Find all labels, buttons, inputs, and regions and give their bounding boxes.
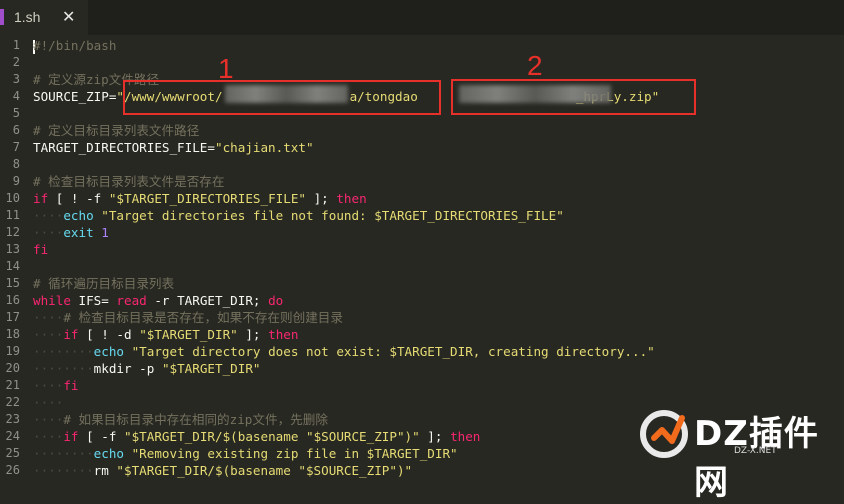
tab-modified-marker — [0, 9, 4, 25]
read-args: -r TARGET_DIR; — [146, 293, 269, 308]
bracket-close: ]; — [419, 429, 451, 444]
line-number: 14 — [5, 259, 20, 273]
close-icon[interactable]: ✕ — [62, 7, 75, 26]
line-number: 21 — [5, 378, 20, 392]
code-line-20: ········mkdir -p "$TARGET_DIR" — [33, 361, 261, 376]
watermark: DZ插件网 DZ-X.NET — [638, 404, 838, 503]
line-number: 15 — [5, 276, 20, 290]
line-number: 20 — [5, 361, 20, 375]
code-line-24: ····if [ -f "$TARGET_DIR/$(basename "$SO… — [33, 429, 481, 444]
keyword-then: then — [268, 327, 299, 342]
line-number: 19 — [5, 344, 20, 358]
watermark-url: DZ-X.NET — [734, 446, 777, 456]
string-value: "Removing existing zip file in $TARGET_D… — [124, 446, 458, 461]
builtin-echo: echo — [93, 446, 125, 461]
line-number: 1 — [12, 38, 20, 52]
string-value: "chajian.txt" — [214, 140, 314, 155]
code-line-15: # 循环遍历目标目录列表 — [33, 275, 174, 292]
comment: # 定义目标目录列表文件路径 — [33, 123, 200, 138]
code-line-23: ····# 如果目标目录中存在相同的zip文件，先删除 — [33, 412, 328, 427]
annotation-box-2 — [451, 79, 696, 115]
line-number: 13 — [5, 242, 20, 256]
test-expression: [ -f — [78, 429, 125, 444]
line-number: 25 — [5, 446, 20, 460]
comment: # 如果目标目录中存在相同的zip文件，先删除 — [63, 412, 328, 427]
bracket-close: ]; — [237, 327, 269, 342]
line-number: 5 — [12, 106, 20, 120]
line-number: 17 — [5, 310, 20, 324]
line-number: 18 — [5, 327, 20, 341]
line-number: 12 — [5, 225, 20, 239]
builtin-echo: echo — [63, 208, 94, 223]
code-line-7: TARGET_DIRECTORIES_FILE="chajian.txt" — [33, 139, 314, 156]
code-line-10: if [ ! -f "$TARGET_DIRECTORIES_FILE" ]; … — [33, 190, 367, 207]
string-value: "Target directories file not found: $TAR… — [93, 208, 564, 223]
comment: # 检查目标目录是否存在，如果不存在则创建目录 — [63, 310, 343, 325]
watermark-logo-icon — [640, 410, 688, 458]
line-number: 2 — [12, 55, 20, 69]
annotation-number-2: 2 — [527, 50, 543, 81]
test-expression: [ ! -d — [78, 327, 140, 342]
code-line-9: # 检查目标目录列表文件是否存在 — [33, 173, 224, 190]
string-value: "$TARGET_DIRECTORIES_FILE" — [108, 191, 306, 206]
tab-bar: 1.sh ✕ — [0, 0, 844, 35]
string-value: "$TARGET_DIR/$(basename "$SOURCE_ZIP")" — [124, 429, 420, 444]
keyword-fi: fi — [63, 378, 79, 393]
keyword-while: while — [33, 293, 71, 308]
code-line-19: ········echo "Target directory does not … — [33, 344, 655, 359]
tab-label: 1.sh — [14, 9, 41, 25]
keyword-if: if — [33, 191, 49, 206]
keyword-then: then — [336, 191, 367, 206]
keyword-if: if — [63, 429, 79, 444]
line-number: 16 — [5, 293, 20, 307]
line-number: 23 — [5, 412, 20, 426]
variable-name: SOURCE_ZIP= — [33, 89, 117, 104]
comment: # 检查目标目录列表文件是否存在 — [33, 174, 225, 189]
code-line-13: fi — [33, 241, 48, 258]
ifs-assignment: IFS= — [70, 293, 117, 308]
line-number: 6 — [12, 123, 20, 137]
code-line-25: ········echo "Removing existing zip file… — [33, 446, 458, 461]
keyword-then: then — [450, 429, 481, 444]
mkdir-flag: -p — [131, 361, 162, 376]
code-line-11: ····echo "Target directories file not fo… — [33, 208, 564, 223]
line-number: 9 — [12, 174, 20, 188]
builtin-echo: echo — [93, 344, 125, 359]
code-line-6: # 定义目标目录列表文件路径 — [33, 122, 199, 139]
line-number: 10 — [5, 191, 20, 205]
line-number: 8 — [12, 157, 20, 171]
line-number: 11 — [5, 208, 20, 222]
annotation-box-1 — [123, 80, 441, 115]
code-line-12: ····exit 1 — [33, 225, 109, 240]
code-line-17: ····# 检查目标目录是否存在，如果不存在则创建目录 — [33, 310, 343, 325]
number-value: 1 — [93, 225, 109, 240]
string-value: "Target directory does not exist: $TARGE… — [124, 344, 655, 359]
shebang: #!/bin/bash — [33, 38, 117, 53]
code-line-16: while IFS= read -r TARGET_DIR; do — [33, 292, 283, 309]
line-number-gutter: 1 2 3 4 5 6 7 8 9 10 11 12 13 14 15 16 1… — [0, 37, 26, 477]
code-line-22: ···· — [33, 395, 64, 410]
bracket-close: ]; — [305, 191, 337, 206]
builtin-exit: exit — [63, 225, 94, 240]
line-number: 22 — [5, 395, 20, 409]
line-number: 24 — [5, 429, 20, 443]
keyword-read: read — [116, 293, 147, 308]
test-expression: [ ! -f — [48, 191, 109, 206]
command-mkdir: mkdir — [93, 361, 132, 376]
comment: # 循环遍历目标目录列表 — [33, 276, 175, 291]
keyword-do: do — [268, 293, 284, 308]
keyword-if: if — [63, 327, 79, 342]
line-number: 3 — [12, 72, 20, 86]
tab-1-sh[interactable]: 1.sh ✕ — [0, 0, 88, 35]
keyword-fi: fi — [33, 242, 49, 257]
string-value: "$TARGET_DIR" — [139, 327, 238, 342]
annotation-number-1: 1 — [218, 53, 234, 84]
string-value: "$TARGET_DIR" — [161, 361, 261, 376]
code-line-1: #!/bin/bash — [33, 37, 116, 54]
code-line-21: ····fi — [33, 378, 79, 393]
variable-name: TARGET_DIRECTORIES_FILE= — [33, 140, 215, 155]
code-line-18: ····if [ ! -d "$TARGET_DIR" ]; then — [33, 327, 299, 342]
line-number: 7 — [12, 140, 20, 154]
line-number: 4 — [12, 89, 20, 103]
